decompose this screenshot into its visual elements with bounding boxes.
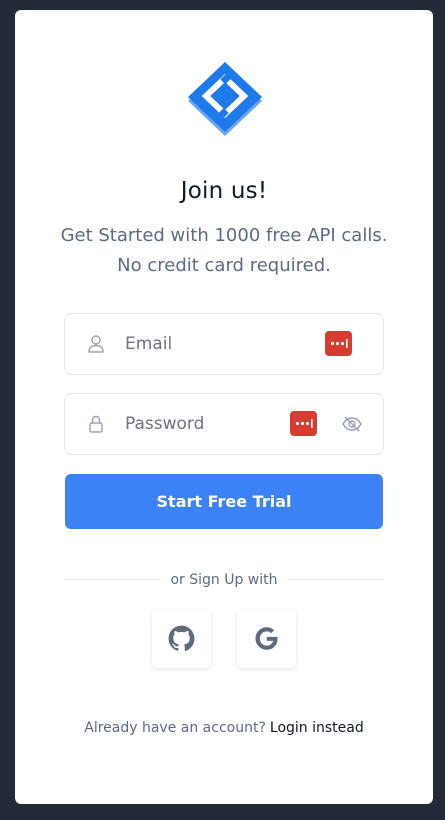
divider-text: or Sign Up with <box>170 572 278 588</box>
password-manager-dots-icon <box>330 339 348 348</box>
page-subtitle: Get Started with 1000 free API calls. No… <box>15 221 433 281</box>
user-icon <box>88 335 104 353</box>
eye-slash-icon[interactable] <box>341 413 363 435</box>
lock-icon <box>89 415 103 433</box>
subtitle-line-1: Get Started with 1000 free API calls. <box>60 225 388 246</box>
password-input[interactable] <box>125 410 285 438</box>
logo-icon <box>188 62 262 136</box>
github-signup-button[interactable] <box>152 609 211 668</box>
login-prompt: Already have an account? Login instead <box>15 720 433 736</box>
email-input[interactable] <box>125 330 285 358</box>
page-title: Join us! <box>180 178 268 204</box>
login-prompt-text: Already have an account? <box>84 720 266 736</box>
password-manager-dots-icon <box>295 419 313 428</box>
email-field[interactable] <box>64 313 384 375</box>
password-field[interactable] <box>64 393 384 455</box>
start-free-trial-button[interactable]: Start Free Trial <box>65 474 383 529</box>
github-icon <box>168 625 195 651</box>
google-signup-button[interactable] <box>237 609 296 668</box>
google-icon <box>255 627 278 650</box>
password-manager-icon[interactable] <box>325 331 352 356</box>
subtitle-line-2: No credit card required. <box>117 255 331 276</box>
login-instead-link[interactable]: Login instead <box>270 720 364 736</box>
signup-card: Join us! Get Started with 1000 free API … <box>15 10 433 804</box>
password-manager-icon[interactable] <box>290 411 317 436</box>
